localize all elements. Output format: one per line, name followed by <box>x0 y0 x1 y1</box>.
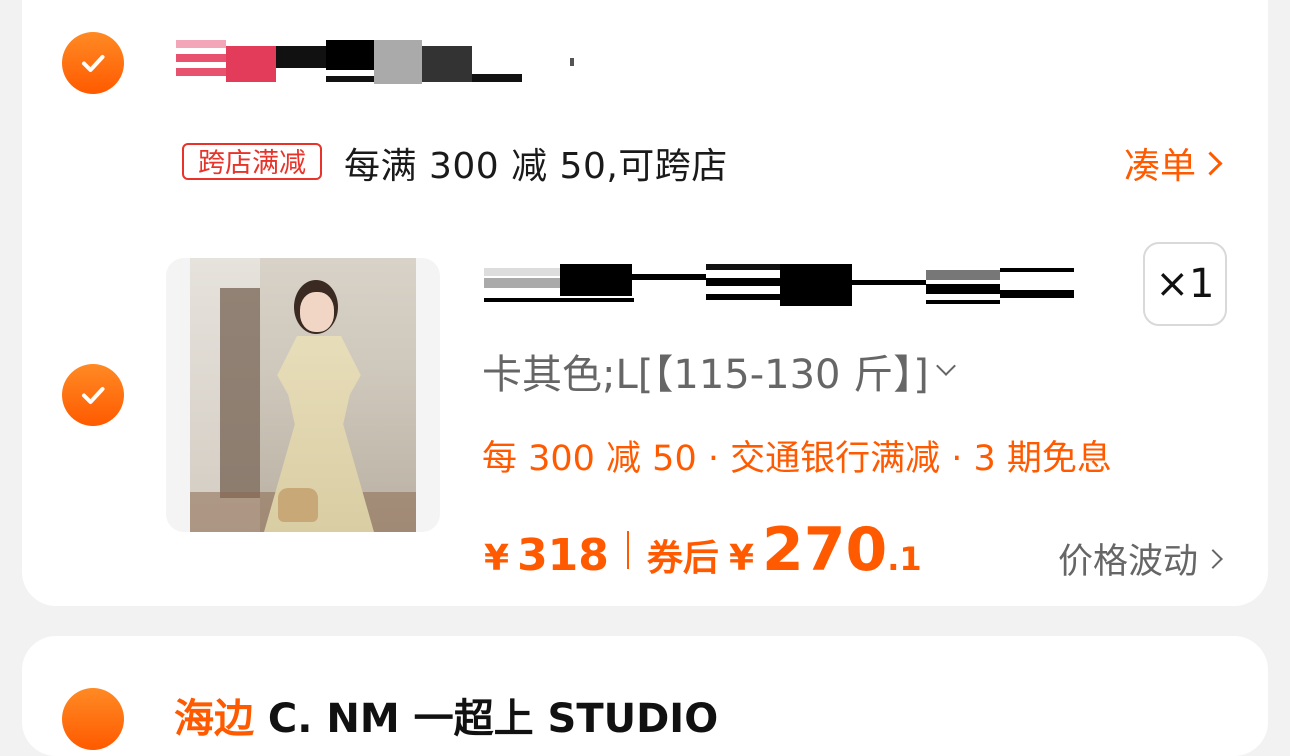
after-coupon-currency: ¥ <box>728 538 754 579</box>
price-trend-label: 价格波动 <box>1058 542 1199 582</box>
gather-order-link[interactable]: 凑单 <box>1124 137 1223 189</box>
promo-description: 每满 300 减 50,可跨店 <box>344 146 728 187</box>
chevron-down-icon <box>935 356 956 376</box>
product-photo <box>190 258 416 532</box>
next-shop-name-highlight: 海边 <box>174 696 254 742</box>
chevron-right-icon <box>1203 548 1223 569</box>
product-title-redacted[interactable] <box>484 264 1074 306</box>
cross-store-discount-tag: 跨店满减 <box>182 143 322 180</box>
currency-symbol: ¥ <box>484 538 510 579</box>
price-row: ¥ 318 券后 ¥ 270 .1 <box>484 515 922 585</box>
product-image[interactable] <box>166 258 440 532</box>
item-select-checkbox[interactable] <box>62 364 124 426</box>
original-price: 318 <box>517 530 609 581</box>
shop-select-checkbox[interactable] <box>62 32 124 94</box>
price-divider <box>626 531 629 569</box>
next-shop-name[interactable]: 海边 C. NM 一超上 STUDIO <box>174 686 718 744</box>
price-trend-link[interactable]: 价格波动 <box>1058 533 1223 584</box>
gather-order-label: 凑单 <box>1124 146 1197 187</box>
next-shop-name-rest: C. NM 一超上 STUDIO <box>254 696 719 742</box>
shop-name-redacted[interactable] <box>176 40 576 84</box>
quantity-button[interactable]: ×1 <box>1143 242 1227 326</box>
next-shop-select-checkbox[interactable] <box>62 688 124 750</box>
after-coupon-price-dec: .1 <box>887 540 922 578</box>
after-coupon-label: 券后 <box>646 538 719 579</box>
checkmark-icon <box>82 55 105 72</box>
checkmark-icon <box>82 387 105 404</box>
sku-text: 卡其色;L[【115-130 斤】] <box>482 352 929 398</box>
offer-list: 每 300 减 50 · 交通银行满减 · 3 期免息 <box>482 439 1112 479</box>
after-coupon-price-int: 270 <box>762 515 888 585</box>
sku-selector[interactable]: 卡其色;L[【115-130 斤】] <box>482 342 956 400</box>
chevron-right-icon <box>1198 150 1223 176</box>
